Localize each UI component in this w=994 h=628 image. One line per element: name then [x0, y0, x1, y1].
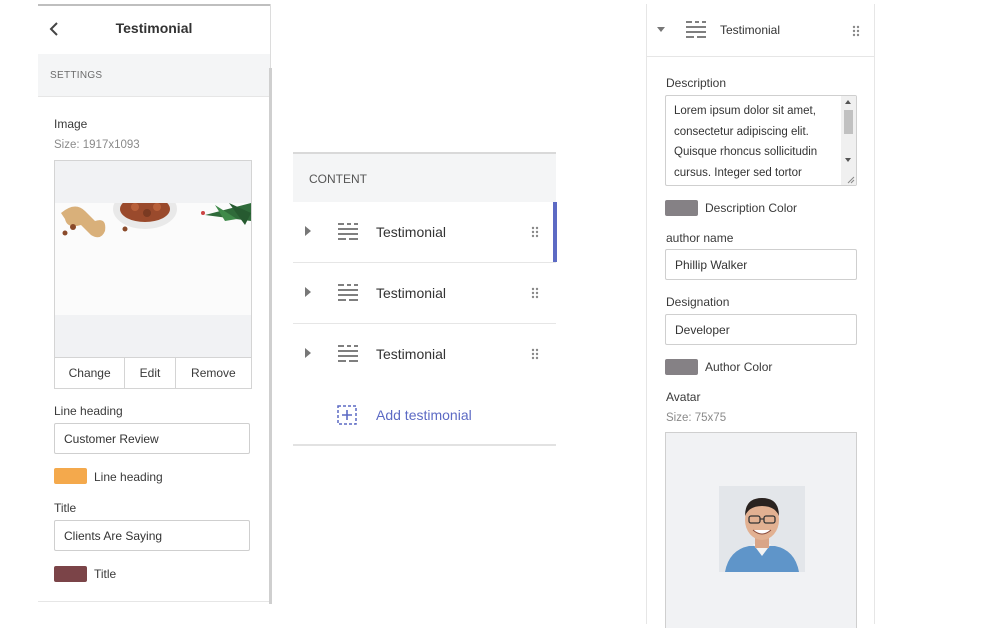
list-item[interactable]: Testimonial — [293, 324, 556, 385]
list-item-label: Testimonial — [376, 285, 447, 301]
author-name-label: author name — [666, 231, 734, 245]
designation-label: Designation — [666, 295, 730, 309]
content-panel: CONTENT Testimonial Testimonial Testimon… — [293, 152, 557, 452]
scroll-thumb[interactable] — [844, 110, 853, 134]
image-picker[interactable]: Change Edit Remove — [54, 160, 252, 389]
collapse-caret-icon[interactable] — [657, 27, 665, 32]
settings-section-header: SETTINGS — [38, 54, 270, 97]
description-label: Description — [666, 76, 727, 90]
page-title: Testimonial — [115, 20, 193, 36]
image-actions: Change Edit Remove — [55, 357, 251, 388]
text-block-icon — [686, 21, 706, 38]
expand-caret-icon[interactable] — [305, 287, 311, 297]
author-color-swatch[interactable] — [665, 359, 698, 375]
drag-handle-icon[interactable] — [852, 25, 860, 37]
avatar-portrait-graphic — [719, 486, 805, 572]
title-label: Title — [54, 501, 77, 515]
content-header-label: CONTENT — [309, 172, 367, 186]
list-item[interactable]: Testimonial — [293, 263, 556, 324]
edit-image-button[interactable]: Edit — [125, 358, 176, 388]
change-image-button[interactable]: Change — [55, 358, 126, 388]
designation-input[interactable]: Developer — [665, 314, 857, 345]
list-item-label: Testimonial — [376, 346, 447, 362]
settings-section-label: SETTINGS — [50, 70, 103, 81]
list-item-label: Testimonial — [376, 224, 447, 240]
avatar-size-hint: Size: 75x75 — [666, 412, 727, 424]
scroll-up-icon[interactable] — [845, 100, 851, 104]
image-size-hint: Size: 1917x1093 — [54, 139, 140, 151]
drag-handle-icon[interactable] — [531, 226, 539, 238]
textarea-scrollbar[interactable] — [841, 96, 856, 185]
remove-image-button[interactable]: Remove — [176, 358, 251, 388]
description-text: Lorem ipsum dolor sit amet, consectetur … — [674, 105, 818, 179]
line-heading-color-label: Line heading — [94, 470, 163, 484]
description-color-label: Description Color — [705, 201, 798, 215]
text-block-icon — [338, 345, 358, 362]
panel-scrollbar[interactable] — [269, 68, 272, 604]
avatar — [719, 486, 805, 572]
title-color-swatch[interactable] — [54, 566, 87, 582]
block-settings-panel: Testimonial Description Lorem ipsum dolo… — [646, 4, 875, 628]
line-heading-label: Line heading — [54, 404, 123, 418]
drag-handle-icon[interactable] — [531, 287, 539, 299]
description-textarea[interactable]: Lorem ipsum dolor sit amet, consectetur … — [665, 95, 857, 186]
author-name-input[interactable]: Phillip Walker — [665, 249, 857, 280]
expand-caret-icon[interactable] — [305, 348, 311, 358]
description-color-swatch[interactable] — [665, 200, 698, 216]
settings-panel: Testimonial SETTINGS Image Size: 1917x10… — [38, 4, 272, 604]
line-heading-color-swatch[interactable] — [54, 468, 87, 484]
avatar-picker[interactable] — [665, 432, 857, 628]
title-input[interactable]: Clients Are Saying — [54, 520, 250, 551]
block-header[interactable]: Testimonial — [647, 4, 875, 57]
add-testimonial-button[interactable]: Add testimonial — [293, 384, 556, 446]
resize-grip-icon[interactable] — [846, 175, 855, 184]
add-block-icon — [337, 405, 357, 425]
scroll-down-icon[interactable] — [845, 158, 851, 162]
content-header: CONTENT — [293, 152, 556, 203]
author-color-label: Author Color — [705, 360, 773, 374]
drag-handle-icon[interactable] — [531, 348, 539, 360]
image-label: Image — [54, 117, 88, 131]
text-block-icon — [338, 284, 358, 301]
add-testimonial-label: Add testimonial — [376, 407, 472, 423]
active-indicator — [553, 202, 557, 262]
avatar-label: Avatar — [666, 390, 701, 404]
line-heading-input[interactable]: Customer Review — [54, 423, 250, 454]
expand-caret-icon[interactable] — [305, 226, 311, 236]
text-block-icon — [338, 223, 358, 240]
image-preview-graphic — [55, 203, 251, 315]
title-color-label: Title — [94, 567, 117, 581]
list-item[interactable]: Testimonial — [293, 202, 557, 263]
block-title: Testimonial — [720, 23, 781, 37]
image-preview — [55, 203, 251, 315]
settings-header: Testimonial — [38, 4, 270, 55]
